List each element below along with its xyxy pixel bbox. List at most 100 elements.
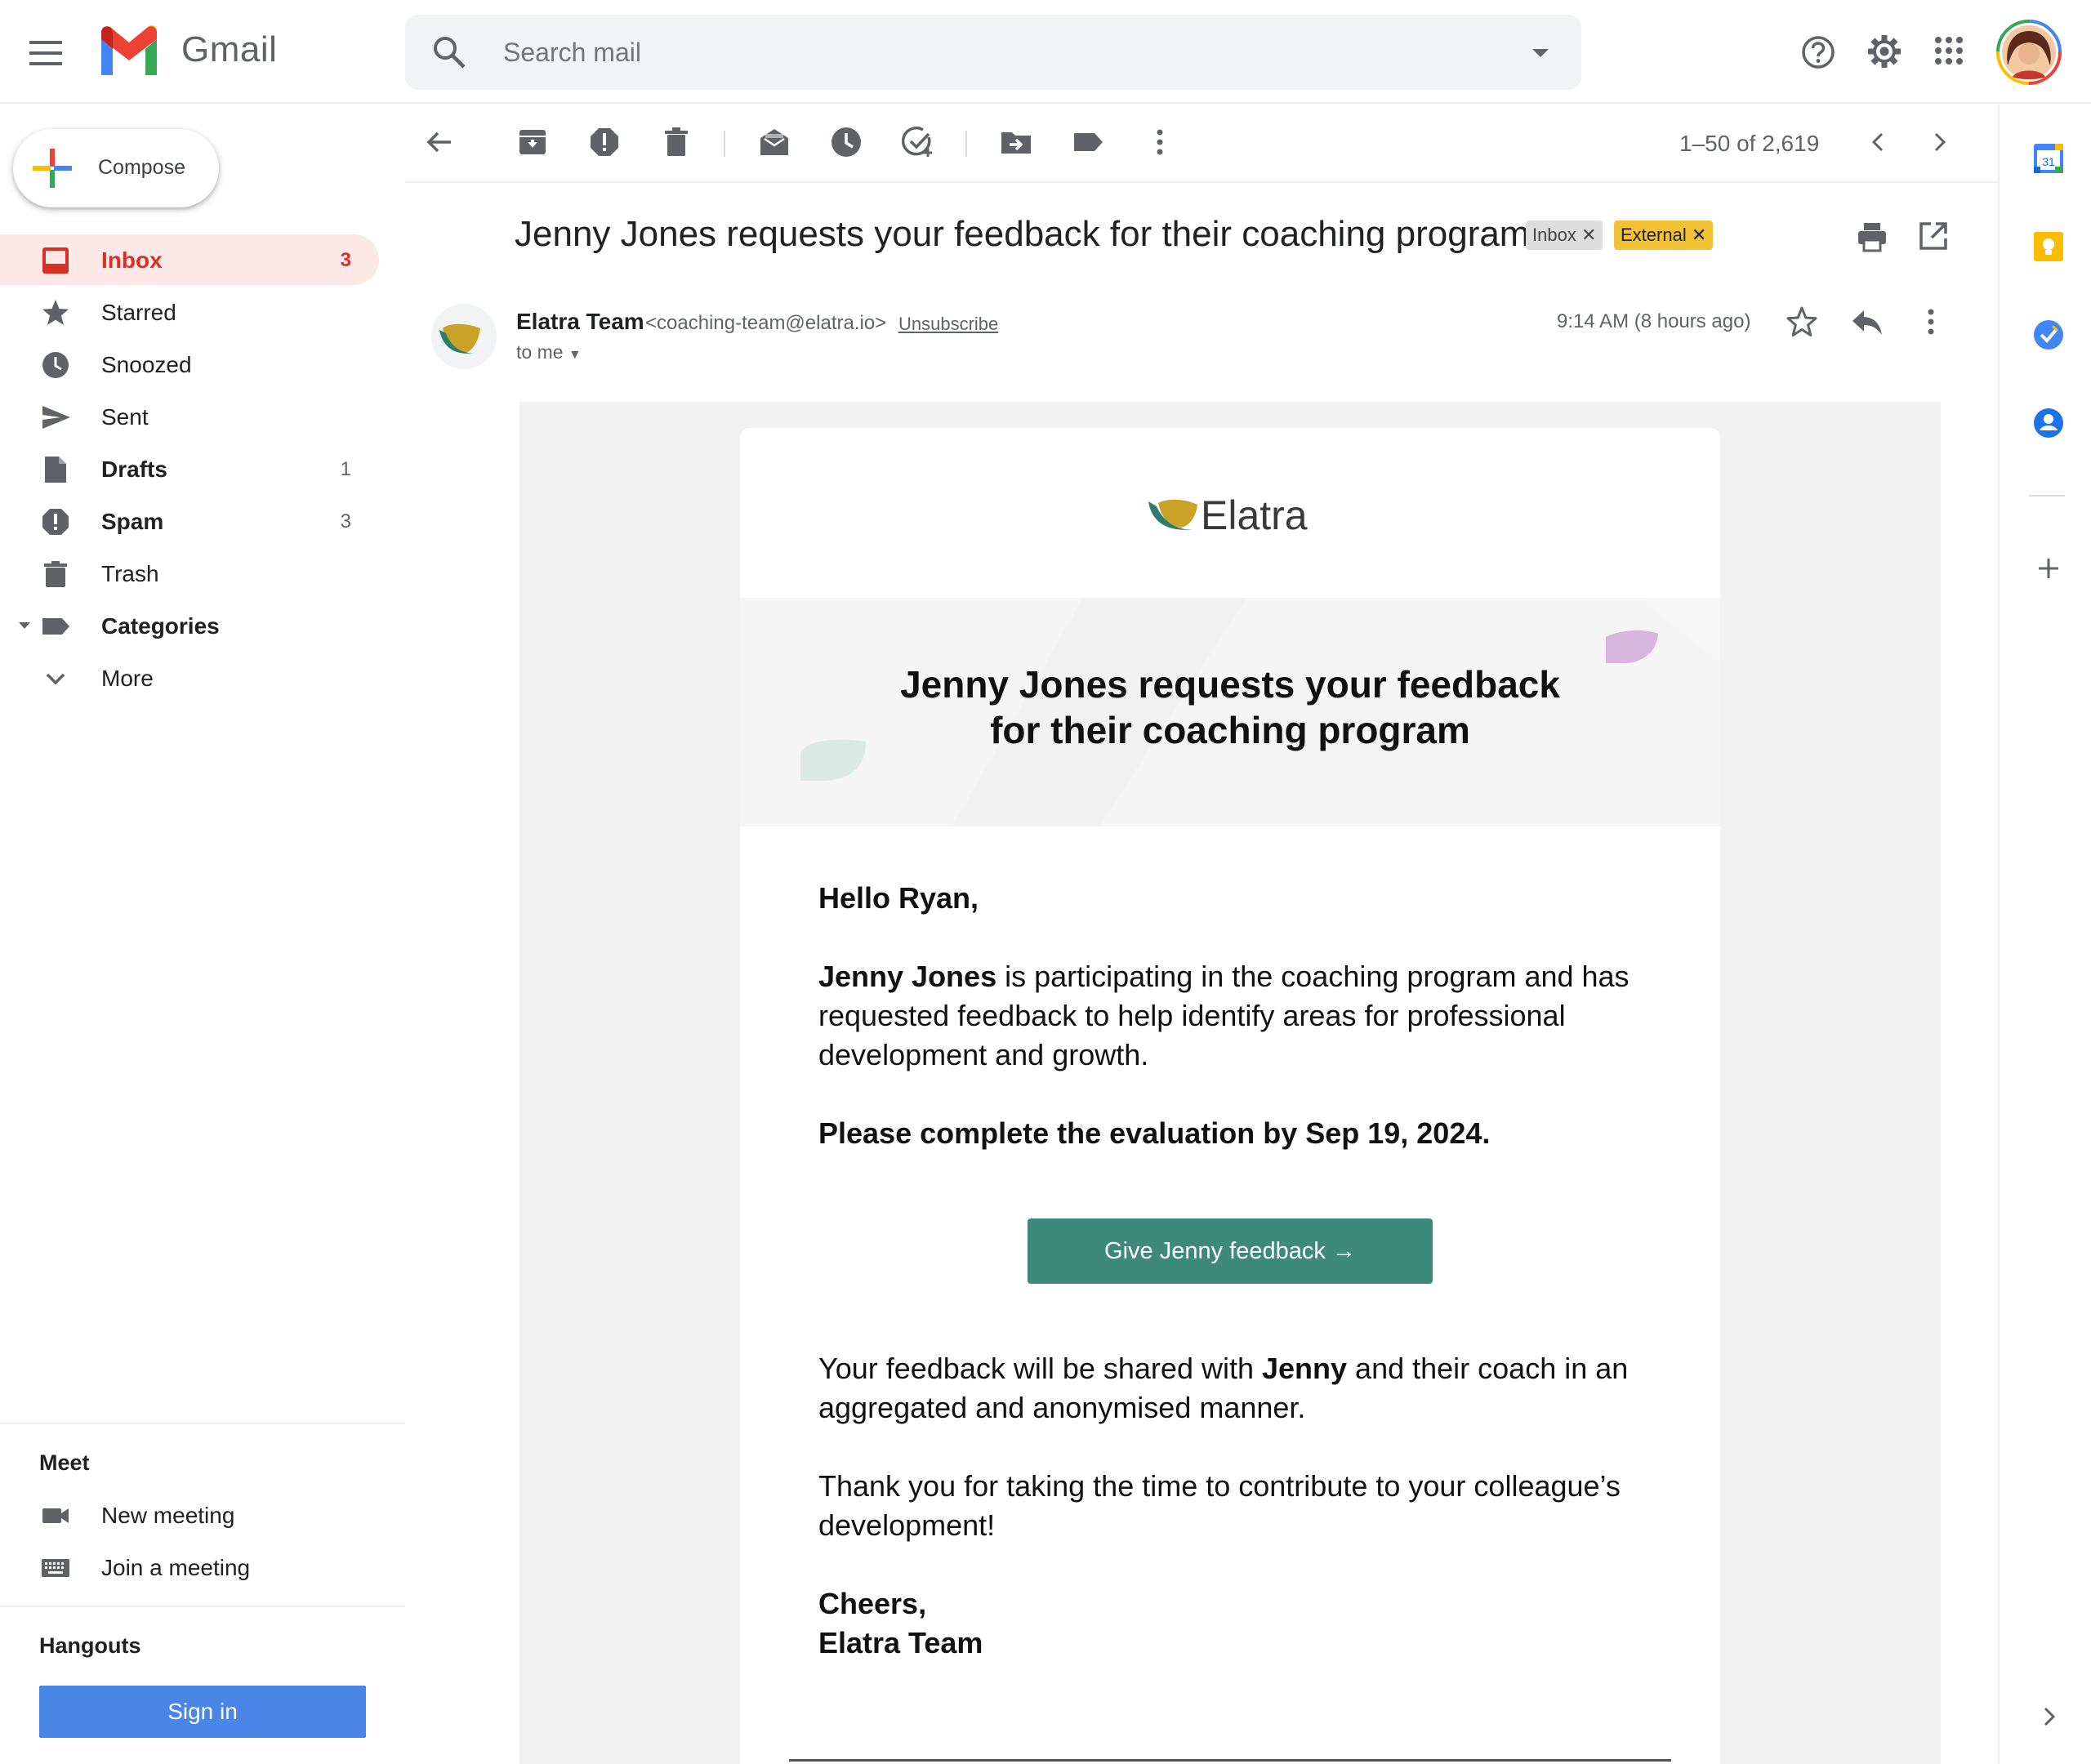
search-options-icon[interactable] bbox=[1531, 47, 1550, 59]
mark-unread-icon[interactable] bbox=[758, 126, 791, 158]
chevron-right-icon[interactable] bbox=[1923, 126, 1955, 158]
side-panel-divider bbox=[2029, 495, 2065, 497]
archive-icon[interactable] bbox=[516, 126, 549, 158]
sidebar-item-trash[interactable]: Trash bbox=[0, 548, 379, 599]
avatar[interactable] bbox=[1996, 20, 2062, 85]
join-meeting-item[interactable]: Join a meeting bbox=[0, 1542, 379, 1592]
deadline-text: Please complete the evaluation by Sep 19… bbox=[818, 1116, 1491, 1150]
recipients-toggle[interactable]: to me ▼ bbox=[516, 341, 582, 363]
star-icon bbox=[41, 298, 70, 327]
give-feedback-button[interactable]: Give Jenny feedback → bbox=[1028, 1218, 1433, 1284]
label-chip-external[interactable]: External ✕ bbox=[1614, 220, 1714, 250]
calendar-icon[interactable]: 31 bbox=[2032, 142, 2065, 175]
chevron-left-icon[interactable] bbox=[1862, 126, 1895, 158]
side-panel: 31 bbox=[1998, 105, 2091, 1764]
drafts-count: 1 bbox=[340, 458, 351, 480]
video-camera-icon bbox=[41, 1501, 70, 1530]
greeting: Hello Ryan, bbox=[818, 881, 979, 915]
search-icon[interactable] bbox=[431, 34, 467, 70]
sidebar-item-sent[interactable]: Sent bbox=[0, 391, 379, 442]
sidebar-item-drafts[interactable]: Drafts 1 bbox=[0, 443, 379, 494]
thanks-paragraph: Thank you for taking the time to contrib… bbox=[818, 1469, 1621, 1542]
signoff: Cheers, Elatra Team bbox=[818, 1587, 983, 1659]
sender-name: Elatra Team bbox=[516, 309, 644, 334]
inbox-icon bbox=[41, 246, 70, 275]
keep-icon[interactable] bbox=[2032, 230, 2065, 263]
keyboard-icon bbox=[41, 1553, 70, 1583]
star-icon[interactable] bbox=[1786, 305, 1818, 338]
toolbar-divider bbox=[965, 131, 967, 157]
sidebar-item-starred[interactable]: Starred bbox=[0, 287, 379, 337]
label-chip-inbox[interactable]: Inbox ✕ bbox=[1526, 220, 1603, 250]
delete-icon[interactable] bbox=[660, 126, 693, 158]
sign-in-button[interactable]: Sign in bbox=[39, 1686, 366, 1738]
more-vert-icon[interactable] bbox=[1144, 126, 1176, 158]
elatra-logo: Elatra bbox=[1147, 490, 1318, 536]
sidebar-divider bbox=[0, 1423, 405, 1424]
send-icon bbox=[41, 403, 70, 432]
search-input[interactable] bbox=[503, 38, 1402, 68]
report-icon bbox=[41, 507, 70, 537]
open-new-window-icon[interactable] bbox=[1918, 220, 1949, 252]
decorative-leaf-icon bbox=[1606, 630, 1658, 664]
svg-text:31: 31 bbox=[2042, 155, 2055, 168]
email-card: Elatra Jenny Jones requests your feedbac… bbox=[740, 428, 1720, 1764]
toolbar-divider bbox=[724, 131, 725, 157]
sidebar-item-more[interactable]: More bbox=[0, 653, 379, 703]
report-spam-icon[interactable] bbox=[588, 126, 621, 158]
privacy-paragraph: Your feedback will be shared with Jenny … bbox=[818, 1352, 1629, 1424]
sidebar-item-inbox[interactable]: Inbox 3 bbox=[0, 234, 379, 285]
help-icon[interactable] bbox=[1800, 34, 1836, 70]
chevron-right-icon[interactable] bbox=[2032, 1700, 2065, 1733]
remove-label-icon[interactable]: ✕ bbox=[1692, 225, 1706, 245]
caret-down-icon: ▼ bbox=[568, 348, 582, 362]
expand-arrow-icon[interactable] bbox=[18, 621, 31, 630]
spam-count: 3 bbox=[340, 510, 351, 532]
label-icon[interactable] bbox=[1072, 126, 1104, 158]
back-arrow-icon[interactable] bbox=[423, 126, 456, 158]
gmail-logo[interactable] bbox=[96, 24, 162, 78]
compose-label: Compose bbox=[98, 156, 185, 179]
email-time: 9:14 AM (8 hours ago) bbox=[1557, 310, 1751, 332]
new-meeting-item[interactable]: New meeting bbox=[0, 1490, 379, 1540]
email-hero: Jenny Jones requests your feedback for th… bbox=[740, 598, 1720, 826]
label-icon bbox=[41, 612, 70, 641]
search-bar[interactable] bbox=[405, 15, 1581, 90]
meet-section-title: Meet bbox=[39, 1450, 90, 1475]
footer-divider bbox=[789, 1759, 1671, 1762]
email-subject: Jenny Jones requests your feedback for t… bbox=[515, 214, 1530, 254]
more-vert-icon[interactable] bbox=[1916, 307, 1946, 336]
compose-plus-icon bbox=[31, 147, 74, 189]
chevron-down-icon bbox=[41, 664, 70, 693]
menu-icon[interactable] bbox=[23, 33, 69, 74]
top-bar: Gmail bbox=[0, 0, 2091, 104]
sidebar-item-snoozed[interactable]: Snoozed bbox=[0, 339, 379, 390]
gear-icon[interactable] bbox=[1866, 33, 1903, 70]
draft-icon bbox=[41, 455, 70, 484]
sender-avatar[interactable] bbox=[431, 304, 497, 369]
trash-icon bbox=[41, 559, 70, 589]
snooze-icon[interactable] bbox=[830, 126, 863, 158]
move-to-icon[interactable] bbox=[1000, 126, 1032, 158]
plus-icon[interactable] bbox=[2032, 552, 2065, 585]
sidebar-item-spam[interactable]: Spam 3 bbox=[0, 496, 379, 546]
message-toolbar: 1–50 of 2,619 bbox=[405, 105, 1998, 183]
sender-email: <coaching-team@elatra.io> bbox=[645, 312, 887, 334]
unsubscribe-link[interactable]: Unsubscribe bbox=[898, 314, 998, 335]
hangouts-section-title: Hangouts bbox=[39, 1633, 141, 1658]
reply-icon[interactable] bbox=[1851, 309, 1884, 336]
contacts-icon[interactable] bbox=[2032, 407, 2065, 439]
tasks-icon[interactable] bbox=[2032, 318, 2065, 351]
print-icon[interactable] bbox=[1856, 220, 1888, 253]
remove-label-icon[interactable]: ✕ bbox=[1581, 225, 1596, 245]
inbox-count: 3 bbox=[340, 249, 351, 271]
brand-name: Elatra bbox=[1201, 492, 1308, 536]
app-name: Gmail bbox=[181, 29, 278, 69]
compose-button[interactable]: Compose bbox=[13, 129, 219, 207]
apps-icon[interactable] bbox=[1934, 36, 1964, 65]
intro-paragraph: Jenny Jones is participating in the coac… bbox=[818, 960, 1630, 1071]
add-task-icon[interactable] bbox=[902, 126, 934, 158]
sidebar-item-categories[interactable]: Categories bbox=[0, 600, 379, 651]
sidebar-divider bbox=[0, 1606, 405, 1607]
snooze-icon bbox=[41, 350, 70, 380]
